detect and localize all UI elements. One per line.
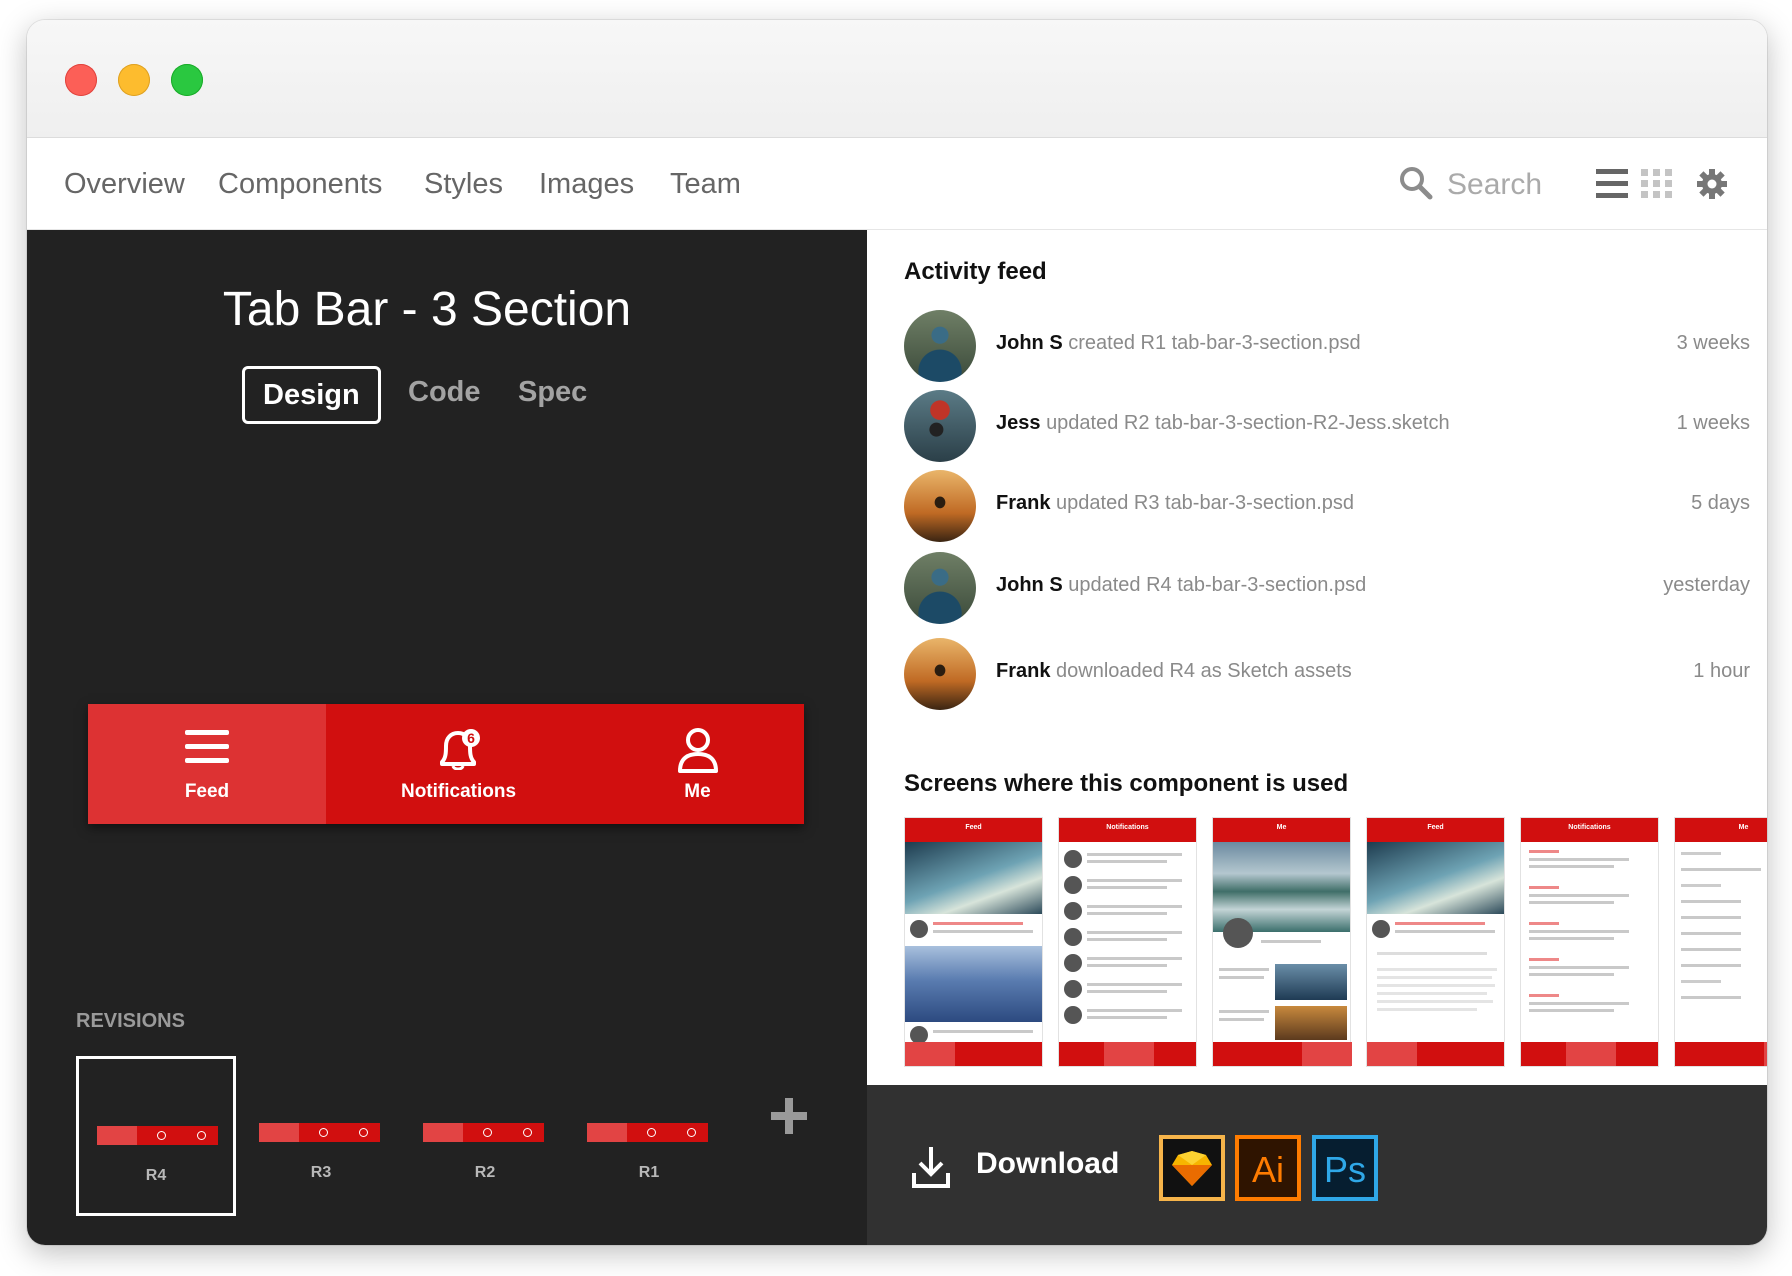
search-placeholder: Search <box>1447 168 1543 201</box>
avatar <box>904 390 976 462</box>
tab-bar-preview: Feed 6 Notifications Me <box>88 704 804 824</box>
activity-time: 5 days <box>1691 492 1750 514</box>
screen-thumbnail[interactable]: Feed <box>904 817 1043 1067</box>
download-bar: Download Ai Ps <box>867 1085 1767 1245</box>
close-window-button[interactable] <box>65 64 97 96</box>
nav-components[interactable]: Components <box>218 168 382 201</box>
sketch-icon <box>1172 1151 1212 1186</box>
search-icon <box>1400 167 1433 200</box>
screen-title: Me <box>1738 824 1749 831</box>
screen-thumbnail[interactable]: Me <box>1212 817 1352 1067</box>
revision-thumbnail <box>423 1123 544 1142</box>
minimize-window-button[interactable] <box>118 64 150 96</box>
revision-r1[interactable]: R1 <box>569 1056 729 1216</box>
details-pane: Activity feed John S created R1 tab-bar-… <box>867 230 1767 1085</box>
nav-team[interactable]: Team <box>670 168 741 201</box>
bell-icon: 6 <box>439 729 480 770</box>
screen-thumbnail[interactable]: Feed <box>1366 817 1505 1067</box>
avatar <box>904 310 976 382</box>
screen-thumbnail[interactable]: Me <box>1674 817 1767 1067</box>
user-icon <box>677 728 718 773</box>
activity-entry: Jess updated R2 tab-bar-3-section-R2-Jes… <box>904 390 1750 462</box>
activity-time: yesterday <box>1663 574 1750 596</box>
screen-title: Feed <box>1427 824 1444 831</box>
download-label[interactable]: Download <box>976 1147 1119 1181</box>
activity-user[interactable]: John S <box>996 332 1063 354</box>
screen-thumbnail[interactable]: Notifications <box>1058 817 1197 1067</box>
nav-overview[interactable]: Overview <box>64 168 185 201</box>
gear-icon[interactable] <box>1697 169 1727 199</box>
activity-action: downloaded R4 as Sketch assets <box>1056 660 1352 682</box>
activity-action: updated R4 tab-bar-3-section.psd <box>1068 574 1367 596</box>
tab-code[interactable]: Code <box>390 366 499 424</box>
sketch-download-button[interactable] <box>1159 1135 1225 1201</box>
nav-images[interactable]: Images <box>539 168 634 201</box>
screens-strip: Feed Notifications Me Feed Notifications… <box>904 817 1767 1067</box>
revision-label: R4 <box>145 1167 167 1184</box>
tab-spec[interactable]: Spec <box>500 366 605 424</box>
activity-action: updated R2 tab-bar-3-section-R2-Jess.ske… <box>1046 412 1450 434</box>
activity-feed-title: Activity feed <box>904 258 1047 285</box>
tab-bar-feed-label: Feed <box>184 781 230 802</box>
screen-title: Notifications <box>1106 824 1149 831</box>
illustrator-download-button[interactable]: Ai <box>1235 1135 1301 1201</box>
activity-user[interactable]: Jess <box>996 412 1041 434</box>
activity-entry: John S updated R4 tab-bar-3-section.psd … <box>904 552 1750 624</box>
avatar <box>904 470 976 542</box>
tab-design[interactable]: Design <box>242 366 381 424</box>
tab-bar-me[interactable]: Me <box>591 704 804 824</box>
download-icon[interactable] <box>911 1145 951 1189</box>
activity-action: updated R3 tab-bar-3-section.psd <box>1056 492 1354 514</box>
photoshop-icon: Ps <box>1323 1149 1366 1190</box>
screens-title: Screens where this component is used <box>904 770 1349 797</box>
revision-r4[interactable]: R4 <box>76 1056 236 1216</box>
component-preview-pane: Tab Bar - 3 Section Design Code Spec Fee… <box>27 230 867 1245</box>
list-view-icon[interactable] <box>1596 169 1628 199</box>
activity-time: 1 weeks <box>1676 412 1750 434</box>
component-title: Tab Bar - 3 Section <box>222 283 632 336</box>
revision-label: R1 <box>638 1164 660 1181</box>
tab-bar-notifications-label: Notifications <box>400 781 517 802</box>
activity-time: 3 weeks <box>1676 332 1750 354</box>
tab-bar-feed[interactable]: Feed <box>88 704 326 824</box>
nav-styles[interactable]: Styles <box>424 168 503 201</box>
screen-title: Me <box>1276 824 1287 831</box>
tab-bar-notifications[interactable]: 6 Notifications <box>326 704 591 824</box>
title-bar <box>27 20 1767 138</box>
activity-user[interactable]: John S <box>996 574 1063 596</box>
screen-title: Notifications <box>1568 824 1611 831</box>
avatar <box>904 638 976 710</box>
activity-entry: Frank updated R3 tab-bar-3-section.psd 5… <box>904 470 1750 542</box>
zoom-window-button[interactable] <box>171 64 203 96</box>
revision-thumbnail <box>587 1123 708 1142</box>
screen-thumbnail[interactable]: Notifications <box>1520 817 1659 1067</box>
activity-entry: Frank downloaded R4 as Sketch assets 1 h… <box>904 638 1750 710</box>
revision-label: R3 <box>310 1164 332 1181</box>
activity-user[interactable]: Frank <box>996 492 1050 514</box>
top-navigation: Overview Components Styles Images Team S… <box>27 138 1767 230</box>
activity-time: 1 hour <box>1693 660 1750 682</box>
notification-badge: 6 <box>467 730 475 746</box>
revision-thumbnail <box>97 1126 218 1145</box>
menu-icon <box>185 730 229 763</box>
app-window: Overview Components Styles Images Team S… <box>27 20 1767 1245</box>
revision-r3[interactable]: R3 <box>241 1056 401 1216</box>
grid-view-icon[interactable] <box>1641 169 1673 199</box>
add-revision-icon[interactable] <box>769 1096 809 1136</box>
revision-label: R2 <box>474 1164 496 1181</box>
photoshop-download-button[interactable]: Ps <box>1312 1135 1378 1201</box>
illustrator-icon: Ai <box>1251 1149 1284 1190</box>
revisions-label: REVISIONS <box>76 1010 185 1032</box>
screen-title: Feed <box>965 824 982 831</box>
activity-action: created R1 tab-bar-3-section.psd <box>1068 332 1361 354</box>
avatar <box>904 552 976 624</box>
activity-user[interactable]: Frank <box>996 660 1050 682</box>
tab-bar-me-label: Me <box>684 781 711 802</box>
revision-r2[interactable]: R2 <box>405 1056 565 1216</box>
revision-thumbnail <box>259 1123 380 1142</box>
activity-entry: John S created R1 tab-bar-3-section.psd … <box>904 310 1750 382</box>
